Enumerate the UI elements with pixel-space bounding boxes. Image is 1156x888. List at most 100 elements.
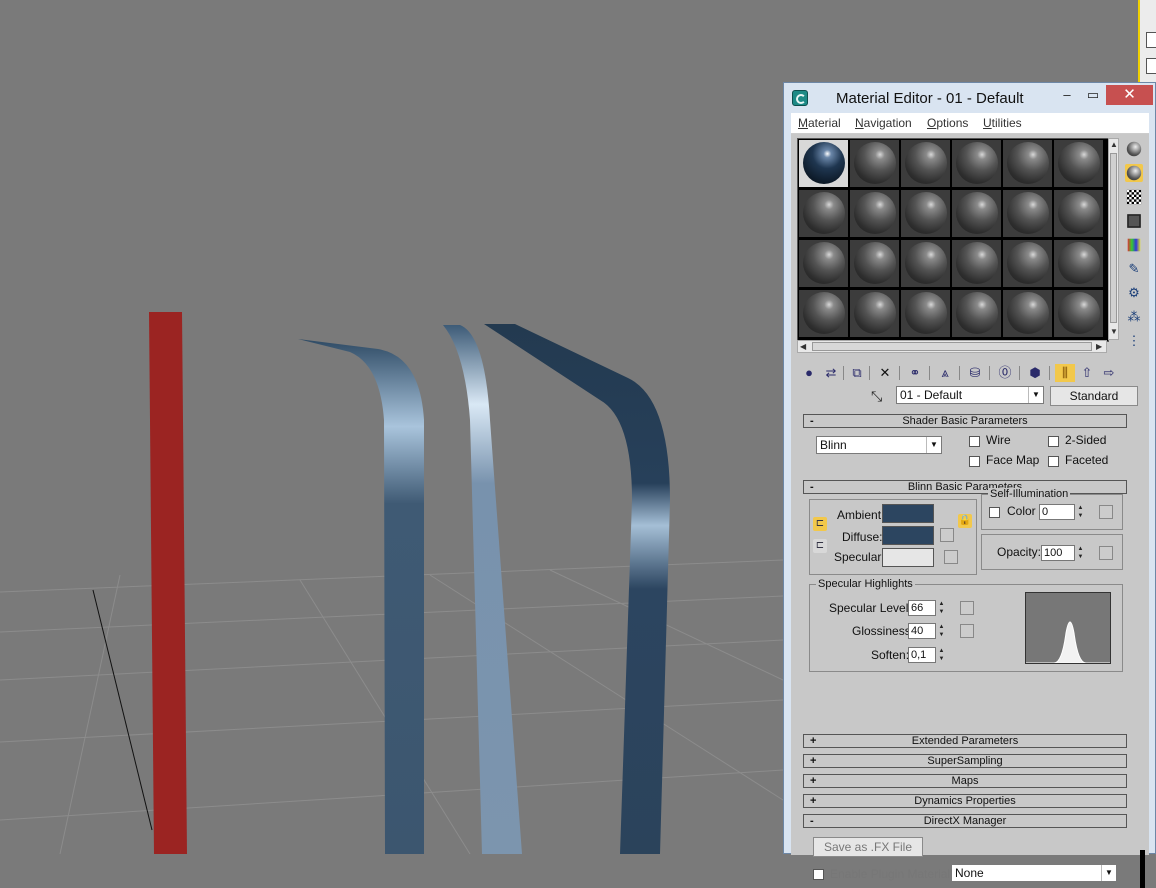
wire-checkbox[interactable] (969, 436, 980, 447)
go-forward-sibling-icon[interactable]: ⇨ (1099, 364, 1119, 382)
get-material-icon[interactable]: ● (799, 364, 819, 382)
sample-slot[interactable] (1003, 190, 1052, 237)
specular-level-map-button[interactable] (960, 601, 974, 615)
link-diffuse-icon[interactable]: ⊏ (813, 539, 827, 553)
scroll-up-icon[interactable]: ▲ (1110, 140, 1118, 149)
sample-slot[interactable] (850, 290, 899, 337)
sample-slot[interactable] (901, 240, 950, 287)
plugin-material-dropdown[interactable]: None ▼ (951, 864, 1117, 882)
glossiness-spinner[interactable]: 40 (908, 623, 936, 639)
sample-slot[interactable] (1054, 290, 1103, 337)
slot-horizontal-scrollbar[interactable]: ◀ ▶ (797, 340, 1107, 353)
sample-slot[interactable] (901, 290, 950, 337)
enable-plugin-checkbox[interactable] (813, 869, 824, 880)
self-illum-map-button[interactable] (1099, 505, 1113, 519)
ambient-color-swatch[interactable] (882, 504, 934, 523)
sample-slot[interactable] (1003, 140, 1052, 187)
sample-slot[interactable] (952, 290, 1001, 337)
spinner-arrows-icon[interactable]: ▲ ▼ (1076, 545, 1085, 561)
rollout-header[interactable]: + Extended Parameters (803, 734, 1127, 748)
show-end-result-icon[interactable]: ⫼ (1055, 364, 1075, 382)
pick-material-icon[interactable]: ⤡ (871, 388, 889, 406)
self-illum-spinner[interactable]: 0 (1039, 504, 1075, 520)
title-bar[interactable]: Material Editor - 01 - Default – ▭ ✕ (784, 83, 1155, 113)
edge-button[interactable] (1146, 32, 1156, 48)
material-id-icon[interactable]: ⓪ (995, 364, 1015, 382)
spinner-arrows-icon[interactable]: ▲ ▼ (1076, 504, 1085, 520)
material-name-dropdown[interactable]: 01 - Default ▼ (896, 386, 1044, 404)
sample-slot[interactable] (799, 240, 848, 287)
link-ambient-icon[interactable]: ⊏ (813, 517, 827, 531)
video-color-check-icon[interactable] (1127, 238, 1141, 252)
sample-slot[interactable] (799, 140, 848, 187)
put-to-scene-icon[interactable]: ⇄ (821, 364, 841, 382)
assign-material-icon[interactable]: ⧉ (847, 364, 867, 382)
menu-utilities[interactable]: Utilities (983, 116, 1022, 130)
sample-slot[interactable] (799, 290, 848, 337)
show-map-icon[interactable]: ⬢ (1025, 364, 1045, 382)
shader-basic-rollout-header[interactable]: - Shader Basic Parameters (803, 414, 1127, 428)
scroll-thumb[interactable] (812, 342, 1092, 351)
sample-slot[interactable] (850, 140, 899, 187)
sample-slot[interactable] (850, 190, 899, 237)
menu-navigation[interactable]: Navigation (855, 116, 912, 130)
face-map-checkbox[interactable] (969, 456, 980, 467)
chevron-down-icon[interactable]: ▼ (1101, 865, 1116, 881)
scroll-thumb[interactable] (1110, 153, 1117, 323)
specular-map-button[interactable] (944, 550, 958, 564)
sample-type-icon[interactable] (1126, 141, 1142, 157)
ribbon-middle[interactable] (443, 325, 522, 854)
blinn-basic-rollout-header[interactable]: - Blinn Basic Parameters (803, 480, 1127, 494)
self-illum-color-checkbox[interactable] (989, 507, 1000, 518)
opacity-map-button[interactable] (1099, 546, 1113, 560)
shader-type-dropdown[interactable]: Blinn ▼ (816, 436, 942, 454)
glossiness-map-button[interactable] (960, 624, 974, 638)
sample-slot[interactable] (952, 140, 1001, 187)
lock-icon[interactable]: 🔒 (958, 514, 972, 528)
sample-slot[interactable] (952, 190, 1001, 237)
material-type-button[interactable]: Standard (1050, 386, 1138, 406)
put-to-library-icon[interactable]: ⛁ (965, 364, 985, 382)
edge-button[interactable] (1146, 58, 1156, 74)
sample-slot[interactable] (850, 240, 899, 287)
rollout-header[interactable]: + Maps (803, 774, 1127, 788)
sample-slot[interactable] (952, 240, 1001, 287)
opacity-spinner[interactable]: 100 (1041, 545, 1075, 561)
scroll-right-icon[interactable]: ▶ (1096, 342, 1102, 351)
sample-slot[interactable] (799, 190, 848, 237)
spinner-arrows-icon[interactable]: ▲ ▼ (937, 623, 946, 639)
sample-slot[interactable] (901, 140, 950, 187)
menu-material[interactable]: Material (798, 116, 841, 130)
uv-tiling-icon[interactable] (1127, 214, 1141, 228)
reset-map-icon[interactable]: ✕ (875, 364, 895, 382)
sample-slot[interactable] (1003, 290, 1052, 337)
chevron-down-icon[interactable]: ▼ (926, 437, 941, 453)
material-navigator-icon[interactable]: ⋮ (1125, 332, 1143, 350)
scroll-left-icon[interactable]: ◀ (800, 342, 806, 351)
sample-slot[interactable] (1054, 190, 1103, 237)
sample-slot[interactable] (1054, 240, 1103, 287)
rollout-header[interactable]: - DirectX Manager (803, 814, 1127, 828)
spinner-arrows-icon[interactable]: ▲ ▼ (937, 600, 946, 616)
make-preview-icon[interactable]: ✎ (1125, 260, 1143, 278)
faceted-checkbox[interactable] (1048, 456, 1059, 467)
scroll-down-icon[interactable]: ▼ (1110, 327, 1118, 336)
select-by-material-icon[interactable]: ⁂ (1125, 308, 1143, 326)
sample-slot[interactable] (1054, 140, 1103, 187)
rollout-header[interactable]: + SuperSampling (803, 754, 1127, 768)
red-object[interactable] (149, 312, 187, 854)
minimize-button[interactable]: – (1054, 85, 1080, 105)
soften-spinner[interactable]: 0,1 (908, 647, 936, 663)
two-sided-checkbox[interactable] (1048, 436, 1059, 447)
diffuse-map-button[interactable] (940, 528, 954, 542)
save-fx-button[interactable]: Save as .FX File (813, 837, 923, 857)
background-icon[interactable] (1126, 189, 1142, 205)
chevron-down-icon[interactable]: ▼ (1028, 387, 1043, 403)
sample-slot[interactable] (1003, 240, 1052, 287)
backlight-icon[interactable] (1125, 164, 1143, 182)
ribbon-left[interactable] (298, 339, 424, 854)
go-to-parent-icon[interactable]: ⇧ (1077, 364, 1097, 382)
specular-level-spinner[interactable]: 66 (908, 600, 936, 616)
rollout-header[interactable]: + Dynamics Properties (803, 794, 1127, 808)
menu-options[interactable]: Options (927, 116, 968, 130)
